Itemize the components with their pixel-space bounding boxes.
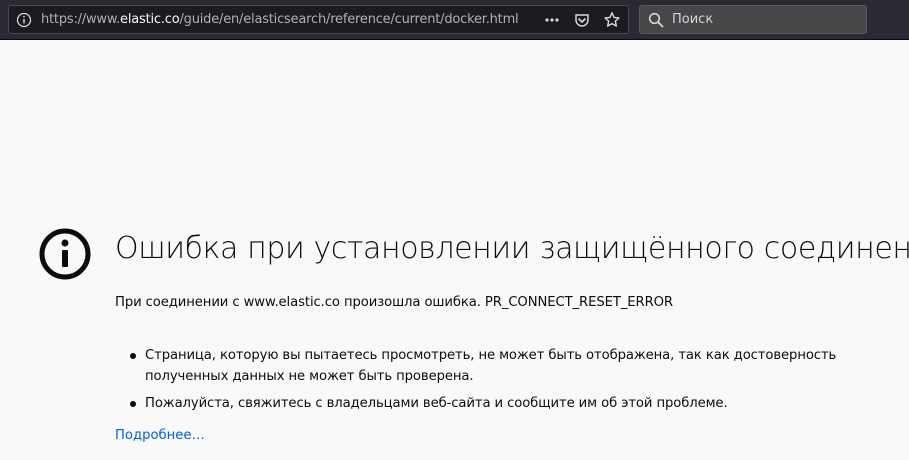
url-text[interactable]: https://www.elastic.co/guide/en/elastics… — [41, 12, 519, 27]
site-info-icon[interactable] — [12, 6, 36, 33]
page-actions-icon[interactable] — [542, 10, 562, 30]
list-item: Страница, которую вы пытаетесь просмотре… — [115, 345, 875, 387]
bookmark-star-icon[interactable] — [602, 10, 622, 30]
error-page: Ошибка при установлении защищённого соед… — [0, 41, 909, 460]
browser-toolbar: https://www.elastic.co/guide/en/elastics… — [0, 0, 909, 40]
search-icon — [642, 6, 670, 33]
pocket-icon[interactable] — [572, 10, 592, 30]
search-placeholder: Поиск — [672, 12, 714, 27]
error-bullet-list: Страница, которую вы пытаетесь просмотре… — [115, 345, 875, 420]
search-bar[interactable]: Поиск — [639, 5, 867, 34]
error-info-icon — [39, 228, 91, 280]
learn-more-link[interactable]: Подробнее… — [115, 428, 205, 443]
error-description: При соединении с www.elastic.co произошл… — [115, 295, 673, 310]
url-bar[interactable]: https://www.elastic.co/guide/en/elastics… — [8, 5, 629, 34]
list-item: Пожалуйста, свяжитесь с владельцами веб-… — [115, 393, 875, 414]
error-title: Ошибка при установлении защищённого соед… — [115, 231, 909, 266]
